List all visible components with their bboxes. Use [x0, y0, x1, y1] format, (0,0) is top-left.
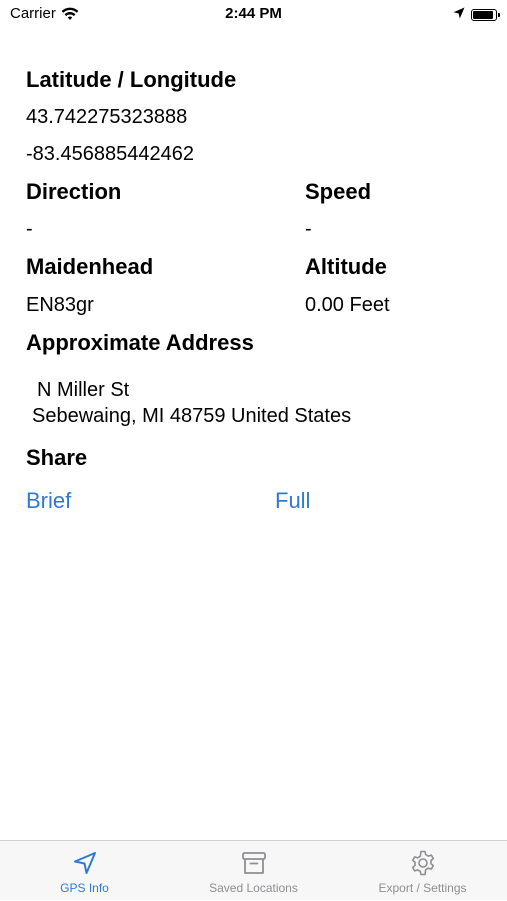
battery-fill: [473, 10, 493, 19]
longitude-value: -83.456885442462: [26, 143, 194, 165]
address-line-1: N Miller St: [37, 379, 130, 401]
address-heading: Approximate Address: [26, 330, 254, 355]
status-right-indicators: [453, 6, 500, 23]
status-time: 2:44 PM: [225, 5, 282, 22]
latitude-value: 43.742275323888: [26, 106, 188, 128]
archive-box-icon: [169, 849, 338, 877]
share-full-button[interactable]: Full: [275, 488, 310, 514]
tab-export-settings[interactable]: Export / Settings: [338, 849, 507, 901]
maidenhead-value: EN83gr: [26, 294, 94, 316]
location-arrow-icon: [453, 6, 465, 23]
address-line-2: Sebewaing, MI 48759 United States: [32, 405, 352, 427]
direction-heading: Direction: [26, 179, 122, 204]
tab-bar: GPS Info Saved Locations Export / Settin…: [0, 840, 507, 900]
tab-label: GPS Info: [60, 881, 109, 895]
altitude-value: 0.00 Feet: [305, 294, 390, 316]
direction-value: -: [26, 218, 33, 240]
speed-value: -: [305, 218, 312, 240]
share-heading: Share: [26, 445, 88, 470]
altitude-heading: Altitude: [305, 254, 387, 279]
gear-icon: [338, 849, 507, 877]
lat-lon-heading: Latitude / Longitude: [26, 67, 237, 92]
tab-saved-locations[interactable]: Saved Locations: [169, 849, 338, 901]
maidenhead-heading: Maidenhead: [26, 254, 154, 279]
tab-gps-info[interactable]: GPS Info: [0, 849, 169, 901]
tab-label: Export / Settings: [378, 881, 467, 895]
speed-heading: Speed: [305, 179, 372, 204]
location-arrow-icon: [0, 849, 169, 877]
share-brief-button[interactable]: Brief: [26, 488, 71, 514]
battery-icon: [471, 8, 500, 21]
status-bar: Carrier 2:44 PM: [0, 0, 507, 28]
tab-label: Saved Locations: [209, 881, 298, 895]
